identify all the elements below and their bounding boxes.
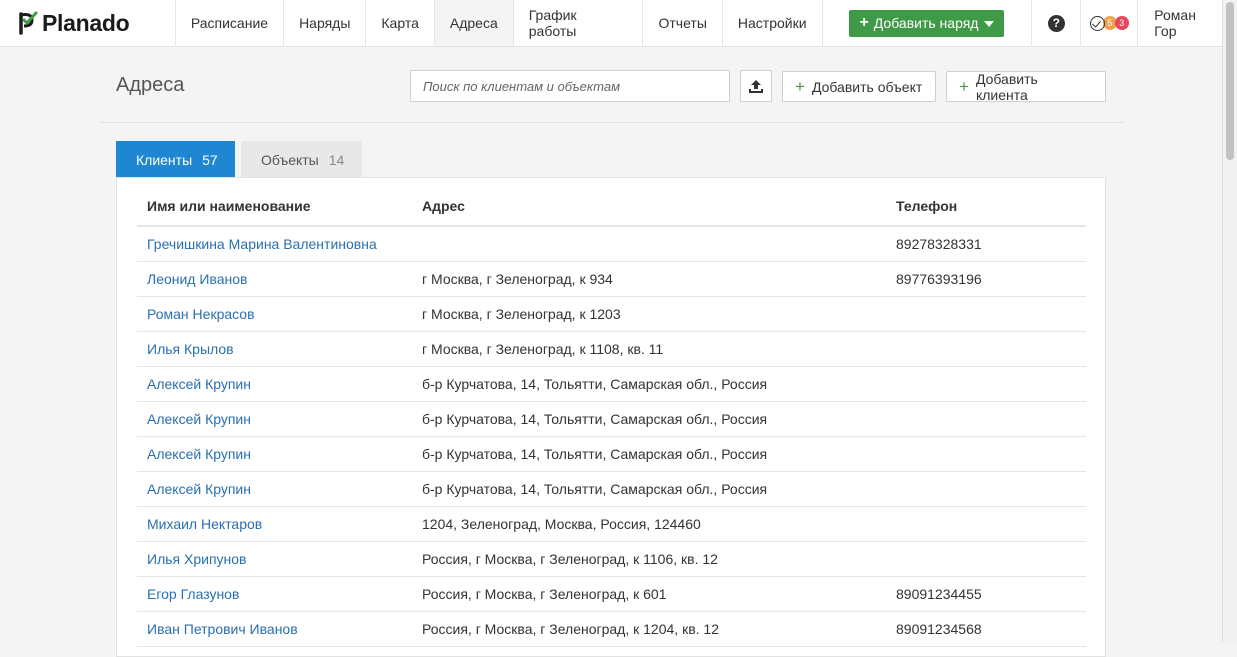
client-address: б-р Курчатова, 14, Тольятти, Самарская о… [422,446,768,462]
nav-item-work-schedule[interactable]: График работы [514,0,644,46]
header-divider [100,122,1124,123]
client-name-link[interactable]: Алексей Крупин [147,481,251,497]
table-header: Имя или наименование Адрес Телефон [137,178,1086,227]
client-address: г Москва, г Зеленоград, к 934 [422,271,613,287]
page-scrollbar[interactable] [1222,0,1237,642]
planado-logo-icon [19,11,38,35]
caret-down-icon [984,21,995,27]
user-menu[interactable]: Роман Гор [1138,0,1222,46]
client-name-link[interactable]: Иван Петрович Иванов [147,621,298,637]
table-row[interactable]: Алексей Крупин б-р Курчатова, 14, Тольят… [137,437,1086,472]
help-icon[interactable]: ? [1047,14,1065,32]
table-row[interactable]: Михаил Нектаров 1204, Зеленоград, Москва… [137,507,1086,542]
table-row[interactable]: Гречишкина Марина Валентиновна 892783283… [137,227,1086,262]
table-row[interactable]: Илья Хрипунов Россия, г Москва, г Зелено… [137,542,1086,577]
add-object-button[interactable]: + Добавить объект [782,71,936,102]
client-address: Россия, г Москва, г Зеленоград, к 1106, … [422,551,718,567]
top-bar: Planado Расписание Наряды Карта Адреса Г… [0,0,1222,47]
add-order-button[interactable]: + Добавить наряд [849,9,1005,37]
client-name-link[interactable]: Алексей Крупин [147,411,251,427]
client-address: г Москва, г Зеленоград, к 1203 [422,306,621,322]
tab-clients[interactable]: Клиенты 57 [116,141,235,178]
client-name-link[interactable]: Роман Некрасов [147,306,255,322]
client-address: г Москва, г Зеленоград, к 1108, кв. 11 [422,341,664,357]
client-name-link[interactable]: Алексей Крупин [147,376,251,392]
client-name-link[interactable]: Гречишкина Марина Валентиновна [147,236,377,252]
clients-table: Имя или наименование Адрес Телефон Гречи… [116,177,1106,657]
nav-item-schedule[interactable]: Расписание [176,0,285,46]
table-row[interactable]: Алексей Крупин б-р Курчатова, 14, Тольят… [137,472,1086,507]
plus-icon: + [795,77,805,96]
client-address: 1204, Зеленоград, Москва, Россия, 124460 [422,516,701,532]
client-name-link[interactable]: Михаил Нектаров [147,516,262,532]
table-row[interactable]: Алексей Крупин б-р Курчатова, 14, Тольят… [137,402,1086,437]
client-address: б-р Курчатова, 14, Тольятти, Самарская о… [422,411,768,427]
tab-objects-label: Объекты [261,151,319,168]
plus-icon: + [959,77,969,96]
client-name-link[interactable]: Илья Хрипунов [147,551,246,567]
nav-item-addresses[interactable]: Адреса [434,0,514,46]
add-order-container: + Добавить наряд [823,0,1033,46]
add-client-button[interactable]: + Добавить клиента [946,70,1106,103]
tab-clients-label: Клиенты [136,151,193,168]
add-client-label: Добавить клиента [975,70,1038,103]
notification-badge-red: 3 [1114,16,1129,30]
client-phone: 89091234568 [896,621,982,637]
tab-clients-count: 57 [202,151,218,168]
client-phone: 89776393196 [896,271,982,287]
tab-objects-count: 14 [328,151,345,168]
client-name-link[interactable]: Илья Крылов [147,341,234,357]
client-address: Россия, г Москва, г Зеленоград, к 1204, … [422,621,719,637]
scrollbar-thumb[interactable] [1226,2,1234,160]
add-order-label: Добавить наряд [873,15,979,31]
page-title: Адреса [116,74,185,96]
client-phone: 89278328331 [896,236,982,252]
search-input[interactable] [410,70,730,102]
client-address: Россия, г Москва, г Зеленоград, к 601 [422,586,667,602]
logo-text: Planado [42,9,130,36]
table-row[interactable]: Алексей Крупин б-р Курчатова, 14, Тольят… [137,367,1086,402]
add-object-label: Добавить объект [811,78,923,95]
nav-item-orders[interactable]: Наряды [284,0,367,46]
table-row[interactable]: Егор Глазунов Россия, г Москва, г Зелено… [137,577,1086,612]
plus-icon: + [859,14,869,31]
upload-button[interactable] [740,70,772,102]
column-header-name[interactable]: Имя или наименование [147,198,311,214]
nav-item-reports[interactable]: Отчеты [643,0,723,46]
client-address: б-р Курчатова, 14, Тольятти, Самарская о… [422,376,768,392]
client-name-link[interactable]: Леонид Иванов [147,271,247,287]
main-nav: Расписание Наряды Карта Адреса График ра… [176,0,823,46]
column-header-address[interactable]: Адрес [422,198,465,214]
nav-item-map[interactable]: Карта [366,0,435,46]
table-row[interactable]: Леонид Иванов г Москва, г Зеленоград, к … [137,262,1086,297]
checklist-icon [1089,15,1105,31]
table-row[interactable]: Илья Крылов г Москва, г Зеленоград, к 11… [137,332,1086,367]
help-container: ? [1032,0,1082,46]
column-header-phone[interactable]: Телефон [896,198,957,214]
client-name-link[interactable]: Алексей Крупин [147,446,251,462]
table-row[interactable]: Роман Некрасов г Москва, г Зеленоград, к… [137,297,1086,332]
logo[interactable]: Planado [0,0,176,46]
client-name-link[interactable]: Егор Глазунов [147,586,239,602]
upload-icon [749,80,763,93]
client-address: б-р Курчатова, 14, Тольятти, Самарская о… [422,481,768,497]
notifications-button[interactable]: 5 3 [1081,0,1139,46]
tab-objects[interactable]: Объекты 14 [241,141,362,178]
nav-item-settings[interactable]: Настройки [723,0,823,46]
client-phone: 89091234455 [896,586,982,602]
